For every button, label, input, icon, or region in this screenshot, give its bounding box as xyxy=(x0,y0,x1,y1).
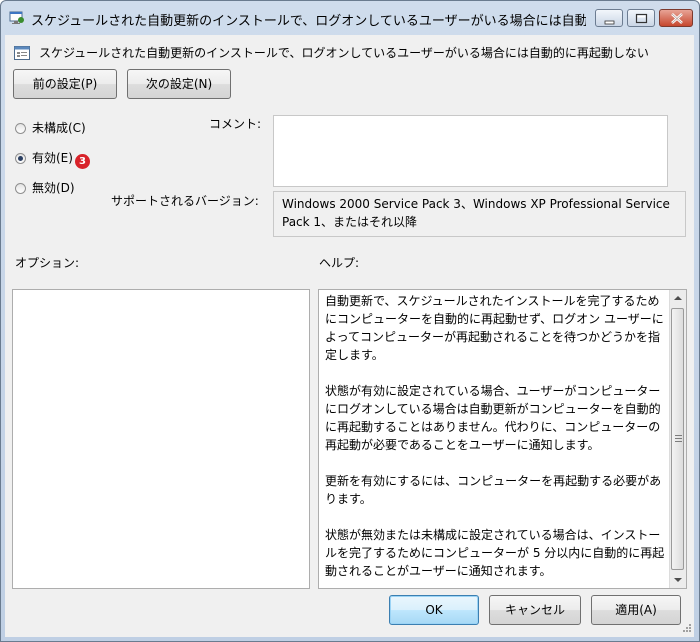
help-paragraph: 更新を有効にするには、コンピューターを再起動する必要があります。 xyxy=(325,474,662,506)
callout-badge: 3 xyxy=(74,154,90,169)
supported-versions-line: Windows 2000 Service Pack 3、Windows XP P… xyxy=(282,197,670,211)
previous-setting-button[interactable]: 前の設定(P) xyxy=(13,69,117,99)
scroll-thumb[interactable] xyxy=(671,308,684,570)
grip-line xyxy=(675,441,682,442)
apply-button[interactable]: 適用(A) xyxy=(591,595,681,625)
cancel-button[interactable]: キャンセル xyxy=(489,595,581,625)
radio-label: 未構成(C) xyxy=(32,121,86,135)
help-text: 自動更新で、スケジュールされたインストールを完了するためにコンピューターを自動的… xyxy=(325,292,665,588)
close-button[interactable] xyxy=(659,9,693,27)
close-icon xyxy=(671,13,683,24)
help-paragraph: 自動更新で、スケジュールされたインストールを完了するためにコンピューターを自動的… xyxy=(325,294,664,362)
policy-window-icon xyxy=(9,11,25,25)
window-title: スケジュールされた自動更新のインストールで、ログオンしているユーザーがいる場合に… xyxy=(31,14,586,29)
policy-name: スケジュールされた自動更新のインストールで、ログオンしているユーザーがいる場合に… xyxy=(39,46,649,60)
radio-disabled[interactable]: 無効(D) xyxy=(15,179,75,197)
supported-versions-field[interactable]: Windows 2000 Service Pack 3、Windows XP P… xyxy=(273,191,686,237)
grip-line xyxy=(675,438,682,439)
maximize-button[interactable] xyxy=(627,9,655,27)
policy-dialog-window: スケジュールされた自動更新のインストールで、ログオンしているユーザーがいる場合に… xyxy=(0,0,700,642)
help-scrollbar[interactable] xyxy=(669,290,686,588)
radio-button[interactable] xyxy=(15,183,26,194)
help-paragraph: 状態が無効または未構成に設定されている場合は、インストールを完了するためにコンピ… xyxy=(325,528,665,578)
comment-textarea[interactable] xyxy=(273,115,668,187)
supported-versions-line: Pack 1、またはそれ以降 xyxy=(282,215,418,229)
next-setting-button[interactable]: 次の設定(N) xyxy=(127,69,231,99)
policy-setting-icon xyxy=(13,44,31,62)
options-pane[interactable] xyxy=(12,289,310,589)
title-bar[interactable]: スケジュールされた自動更新のインストールで、ログオンしているユーザーがいる場合に… xyxy=(1,1,699,35)
radio-enabled[interactable]: 有効(E) 3 xyxy=(15,149,90,169)
ok-button[interactable]: OK xyxy=(389,595,479,625)
scroll-down-arrow-icon[interactable] xyxy=(670,572,686,588)
grip-line xyxy=(675,435,682,436)
radio-button-checked[interactable] xyxy=(15,153,26,164)
minimize-icon xyxy=(604,20,615,25)
minimize-button[interactable] xyxy=(595,9,623,27)
help-label: ヘルプ: xyxy=(319,256,360,270)
radio-label: 無効(D) xyxy=(32,181,75,195)
dialog-client-area: スケジュールされた自動更新のインストールで、ログオンしているユーザーがいる場合に… xyxy=(5,35,694,637)
help-paragraph: 状態が有効に設定されている場合、ユーザーがコンピューターにログオンしている場合は… xyxy=(325,384,661,452)
resize-grip-icon[interactable] xyxy=(680,623,692,635)
radio-label: 有効(E) xyxy=(32,151,73,165)
supported-versions-label: サポートされるバージョン: xyxy=(111,194,259,208)
comment-label: コメント: xyxy=(209,117,262,131)
radio-button[interactable] xyxy=(15,123,26,134)
maximize-icon xyxy=(635,13,648,24)
options-label: オプション: xyxy=(15,256,80,270)
help-pane[interactable]: 自動更新で、スケジュールされたインストールを完了するためにコンピューターを自動的… xyxy=(318,289,687,589)
radio-not-configured[interactable]: 未構成(C) xyxy=(15,119,86,137)
scroll-up-arrow-icon[interactable] xyxy=(670,290,686,306)
